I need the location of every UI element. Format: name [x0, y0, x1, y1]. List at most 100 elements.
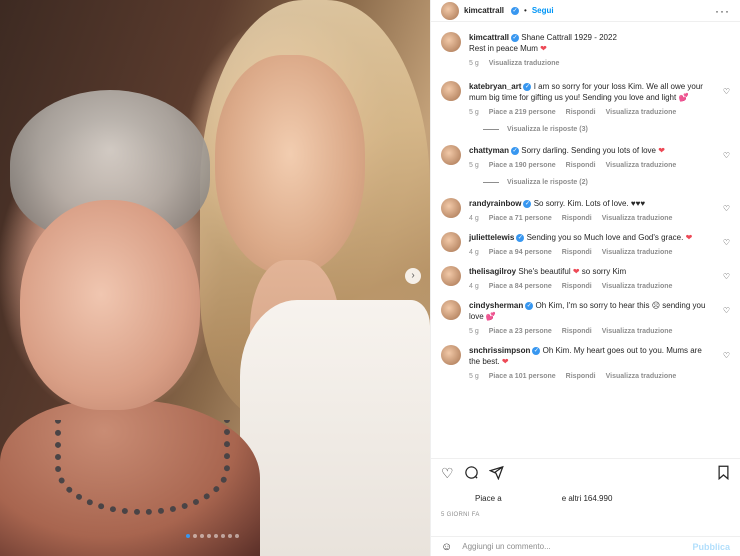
bookmark-icon[interactable]	[717, 465, 730, 483]
translate-link[interactable]: Visualizza traduzione	[606, 160, 677, 171]
comments-list[interactable]: kimcattrall ✓ Shane Cattrall 1929 - 2022 …	[431, 32, 740, 457]
comment-likes[interactable]: Piace a 190 persone	[489, 160, 556, 171]
heart-outline-icon[interactable]: ♡	[723, 87, 730, 96]
view-replies-label: Visualizza le risposte (3)	[507, 126, 588, 133]
comment-age[interactable]: 5 g	[469, 326, 479, 337]
comment-age[interactable]: 4 g	[469, 213, 479, 224]
heart-outline-icon[interactable]: ♡	[723, 351, 730, 360]
carousel-dot	[200, 534, 204, 538]
translate-link[interactable]: Visualizza traduzione	[606, 371, 677, 382]
comment-username[interactable]: randyrainbow	[469, 199, 521, 208]
likes-summary[interactable]: Piace a e altri 164.990	[475, 494, 612, 503]
avatar[interactable]	[441, 232, 461, 252]
caption-age[interactable]: 5 g	[469, 58, 479, 69]
comment-item: juliettelewis ✓ Sending you so Much love …	[441, 232, 732, 258]
publish-button[interactable]: Pubblica	[692, 542, 730, 552]
reply-button[interactable]: Rispondi	[562, 281, 592, 292]
avatar[interactable]	[441, 266, 461, 286]
reply-button[interactable]: Rispondi	[566, 371, 596, 382]
comment-item: cindysherman ✓ Oh Kim, I'm so sorry to he…	[441, 300, 732, 337]
translate-link[interactable]: Visualizza traduzione	[602, 213, 673, 224]
comment-age[interactable]: 5 g	[469, 160, 479, 171]
comment-emoji: ❤	[501, 357, 509, 366]
comment-emoji: ❤	[572, 267, 580, 276]
translate-link[interactable]: Visualizza traduzione	[489, 58, 560, 69]
view-replies-button[interactable]: Visualizza le risposte (3)	[483, 126, 732, 133]
photo-face-right	[215, 55, 365, 275]
chevron-right-icon[interactable]: ›	[405, 268, 421, 284]
reply-button[interactable]: Rispondi	[562, 326, 592, 337]
translate-link[interactable]: Visualizza traduzione	[602, 281, 673, 292]
comment-input[interactable]	[462, 542, 683, 551]
replies-divider	[483, 129, 499, 130]
post-timestamp[interactable]: 5 GIORNI FA	[441, 512, 480, 518]
view-replies-button[interactable]: Visualizza le risposte (2)	[483, 179, 732, 186]
comment-username[interactable]: katebryan_art	[469, 82, 521, 91]
avatar[interactable]	[441, 198, 461, 218]
avatar[interactable]	[441, 32, 461, 52]
share-icon[interactable]	[488, 465, 504, 483]
verified-badge-icon: ✓	[511, 146, 520, 155]
carousel-dot	[207, 534, 211, 538]
carousel-dot	[186, 534, 190, 538]
comment-username[interactable]: juliettelewis	[469, 233, 514, 242]
comment-likes[interactable]: Piace a 23 persone	[489, 326, 552, 337]
comment-item: thelisagilroy She's beautiful ❤ so sorry…	[441, 266, 732, 292]
replies-divider	[483, 182, 499, 183]
red-heart-emoji: ❤	[540, 44, 547, 53]
carousel-dot	[228, 534, 232, 538]
comment-username[interactable]: snchrissimpson	[469, 346, 530, 355]
carousel-dot	[221, 534, 225, 538]
comment-likes[interactable]: Piace a 94 persone	[489, 247, 552, 258]
comment-icon[interactable]	[464, 465, 479, 483]
heart-outline-icon[interactable]: ♡	[723, 306, 730, 315]
comment-likes[interactable]: Piace a 84 persone	[489, 281, 552, 292]
comment-age[interactable]: 5 g	[469, 371, 479, 382]
comment-username[interactable]: cindysherman	[469, 301, 523, 310]
smiley-icon[interactable]: ☺	[441, 541, 452, 553]
post-details-panel: kimcattrall ✓ • Segui ··· kimcattrall ✓ S…	[430, 0, 740, 556]
follow-button[interactable]: Segui	[532, 6, 554, 15]
verified-badge-icon: ✓	[511, 6, 520, 15]
reply-button[interactable]: Rispondi	[562, 247, 592, 258]
more-horizontal-icon[interactable]: ···	[715, 4, 730, 18]
reply-button[interactable]: Rispondi	[566, 107, 596, 118]
comment-age[interactable]: 4 g	[469, 247, 479, 258]
heart-outline-icon[interactable]: ♡	[723, 151, 730, 160]
comment-likes[interactable]: Piace a 219 persone	[489, 107, 556, 118]
comment-likes[interactable]: Piace a 101 persone	[489, 371, 556, 382]
heart-outline-icon[interactable]: ♡	[723, 204, 730, 213]
avatar[interactable]	[441, 300, 461, 320]
carousel-dot	[193, 534, 197, 538]
photo-pearl-necklace	[55, 420, 230, 515]
comment-age[interactable]: 4 g	[469, 281, 479, 292]
heart-outline-icon[interactable]: ♡	[441, 465, 454, 482]
avatar[interactable]	[441, 1, 459, 20]
translate-link[interactable]: Visualizza traduzione	[602, 326, 673, 337]
comment-item: katebryan_art ✓ I am so sorry for your lo…	[441, 81, 732, 118]
caption-text-line2: Rest in peace Mum	[469, 44, 538, 53]
comment-emoji: 💕	[485, 312, 496, 321]
avatar[interactable]	[441, 345, 461, 365]
comment-username[interactable]: chattyman	[469, 146, 509, 155]
carousel-dots	[186, 534, 239, 538]
reply-button[interactable]: Rispondi	[566, 160, 596, 171]
author-username[interactable]: kimcattrall	[464, 6, 504, 15]
reply-button[interactable]: Rispondi	[562, 213, 592, 224]
post-photo[interactable]: ›	[0, 0, 430, 556]
avatar[interactable]	[441, 81, 461, 101]
view-replies-label: Visualizza le risposte (2)	[507, 179, 588, 186]
translate-link[interactable]: Visualizza traduzione	[602, 247, 673, 258]
caption-text: Shane Cattrall 1929 - 2022	[521, 33, 617, 42]
comment-text: Sorry darling. Sending you lots of love	[521, 146, 656, 155]
comment-age[interactable]: 5 g	[469, 107, 479, 118]
comment-likes[interactable]: Piace a 71 persone	[489, 213, 552, 224]
translate-link[interactable]: Visualizza traduzione	[606, 107, 677, 118]
heart-outline-icon[interactable]: ♡	[723, 238, 730, 247]
comment-username[interactable]: thelisagilroy	[469, 267, 516, 276]
post-actions-bar: ♡	[431, 458, 740, 488]
caption-username[interactable]: kimcattrall	[469, 33, 509, 42]
likes-suffix: e altri 164.990	[561, 494, 613, 503]
avatar[interactable]	[441, 145, 461, 165]
heart-outline-icon[interactable]: ♡	[723, 272, 730, 281]
